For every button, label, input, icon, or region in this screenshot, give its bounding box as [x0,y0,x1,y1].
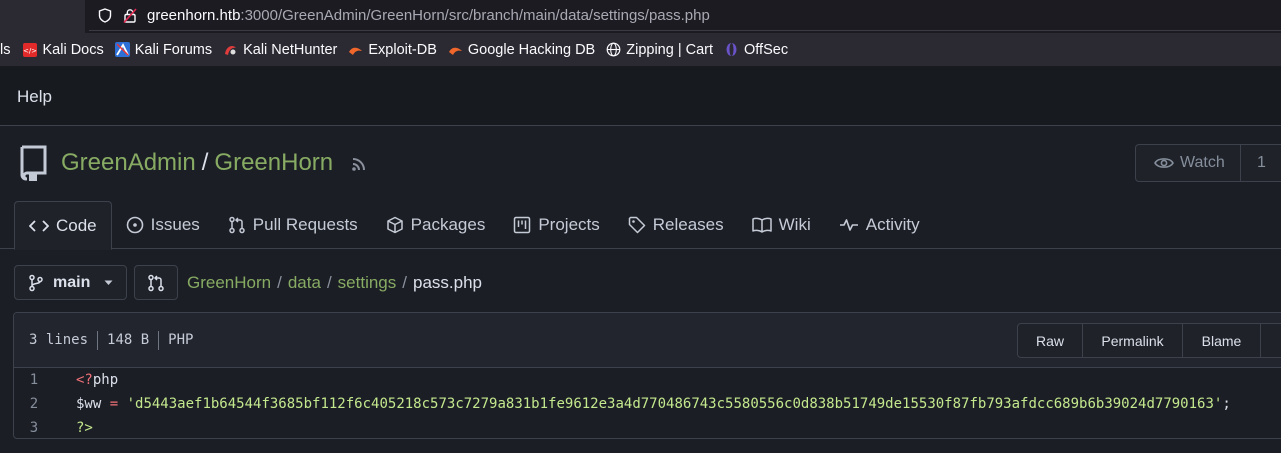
code-line: 2 $ww = 'd5443aef1b64544f3685bf112f6c405… [14,392,1281,416]
tab-activity[interactable]: Activity [825,201,934,249]
caret-down-icon [104,280,113,285]
tab-projects[interactable]: Projects [499,201,613,249]
compare-button[interactable] [134,265,178,300]
breadcrumb-current-file: pass.php [413,273,482,292]
line-number[interactable]: 1 [14,372,76,388]
repo-title: GreenAdmin / GreenHorn [61,149,369,177]
tab-packages[interactable]: Packages [372,201,500,249]
project-icon [514,216,531,234]
repo-icon [18,145,48,186]
repo-title-separator: / [201,149,209,176]
file-nav-row: main GreenHorn / data / settings / pass.… [0,250,1281,312]
insecure-lock-icon[interactable] [122,7,138,23]
breadcrumb: GreenHorn / data / settings / pass.php [187,273,482,293]
tab-wiki[interactable]: Wiki [738,201,825,249]
more-actions-button[interactable] [1261,324,1281,357]
code-line: 1 <?php [14,368,1281,392]
watch-count[interactable]: 1 [1241,154,1266,172]
breadcrumb-separator: / [402,273,407,292]
site-navbar: Help [0,66,1281,126]
repo-owner-link[interactable]: GreenAdmin [61,149,196,177]
exploit-db-icon [348,42,363,57]
line-number[interactable]: 3 [14,420,76,436]
repo-tabs: Code Issues Pull Requests Packages Proje… [14,201,934,250]
url-bar[interactable]: greenhorn.htb:3000/GreenAdmin/GreenHorn/… [89,0,1281,31]
breadcrumb-settings-link[interactable]: settings [338,273,397,293]
file-view: 3 lines 148 B PHP Raw Permalink Blame 1 … [13,312,1281,439]
offsec-icon [724,42,739,57]
bookmark-kali-forums[interactable]: Kali Forums [114,42,212,58]
permalink-button[interactable]: Permalink [1083,324,1183,357]
bookmark-ghdb[interactable]: Google Hacking DB [448,42,595,58]
blame-button[interactable]: Blame [1183,324,1261,357]
bookmark-zipping-cart[interactable]: Zipping | Cart [606,42,713,58]
file-info: 3 lines 148 B PHP [29,331,194,350]
globe-icon [606,42,621,57]
breadcrumb-data-link[interactable]: data [288,273,321,293]
watch-label: Watch [1180,154,1225,171]
file-line-count: 3 lines [29,332,89,348]
breadcrumb-separator: / [277,273,282,292]
issue-icon [126,216,143,234]
divider [158,331,160,350]
watch-label-area[interactable]: Watch [1136,145,1241,181]
ghdb-icon [448,42,463,57]
breadcrumb-separator: / [326,273,332,292]
repo-header: GreenAdmin / GreenHorn Watch 1 Code Issu… [0,127,1281,250]
code-line: 3 ?> [14,416,1281,438]
file-language: PHP [168,332,194,348]
code-view: 1 <?php 2 $ww = 'd5443aef1b64544f3685bf1… [14,368,1281,438]
rss-icon[interactable] [351,154,369,172]
bookmark-exploit-db[interactable]: Exploit-DB [348,42,437,58]
toolbar-left-area [0,0,85,33]
bookmark-truncated[interactable]: ls [0,42,10,58]
bookmark-kali-nethunter[interactable]: Kali NetHunter [223,42,337,58]
branch-name: main [53,273,91,291]
svg-text:</>: </> [23,47,37,55]
browser-toolbar: greenhorn.htb:3000/GreenAdmin/GreenHorn/… [0,0,1281,33]
breadcrumb-root-link[interactable]: GreenHorn [187,273,271,293]
tab-releases[interactable]: Releases [614,201,738,249]
package-icon [386,216,403,234]
raw-button[interactable]: Raw [1018,324,1083,357]
tab-pull-requests[interactable]: Pull Requests [214,201,372,249]
book-icon [751,217,772,233]
code-content: ?> [76,420,93,436]
branch-dropdown[interactable]: main [14,265,127,300]
pulse-icon [839,219,858,231]
file-header: 3 lines 148 B PHP Raw Permalink Blame [14,313,1281,368]
pull-request-icon [229,216,245,234]
branch-icon [29,274,43,291]
bookmark-kali-docs[interactable]: </> Kali Docs [22,42,104,58]
divider [97,331,99,350]
tag-icon [628,216,646,234]
url-text[interactable]: greenhorn.htb:3000/GreenAdmin/GreenHorn/… [147,7,710,24]
kali-forums-icon [114,42,130,57]
pull-request-icon [148,274,164,291]
bookmarks-toolbar: ls </> Kali Docs Kali Forums Kali NetHun… [0,33,1281,66]
line-number[interactable]: 2 [14,396,76,412]
code-content: <?php [76,372,119,388]
repo-name-link[interactable]: GreenHorn [214,149,333,177]
tab-code[interactable]: Code [14,201,112,250]
kali-docs-icon: </> [22,42,37,57]
nav-help-link[interactable]: Help [17,87,52,107]
code-content: $ww = 'd5443aef1b64544f3685bf112f6c40521… [76,396,1231,412]
code-icon [29,219,49,232]
bookmark-offsec[interactable]: OffSec [724,42,788,58]
kali-nethunter-icon [223,42,238,57]
eye-icon [1154,158,1174,168]
tracking-shield-icon[interactable] [97,7,113,23]
tab-issues[interactable]: Issues [112,201,214,249]
watch-button[interactable]: Watch 1 [1135,144,1281,182]
file-size: 148 B [107,332,150,348]
file-actions: Raw Permalink Blame [1017,323,1281,358]
